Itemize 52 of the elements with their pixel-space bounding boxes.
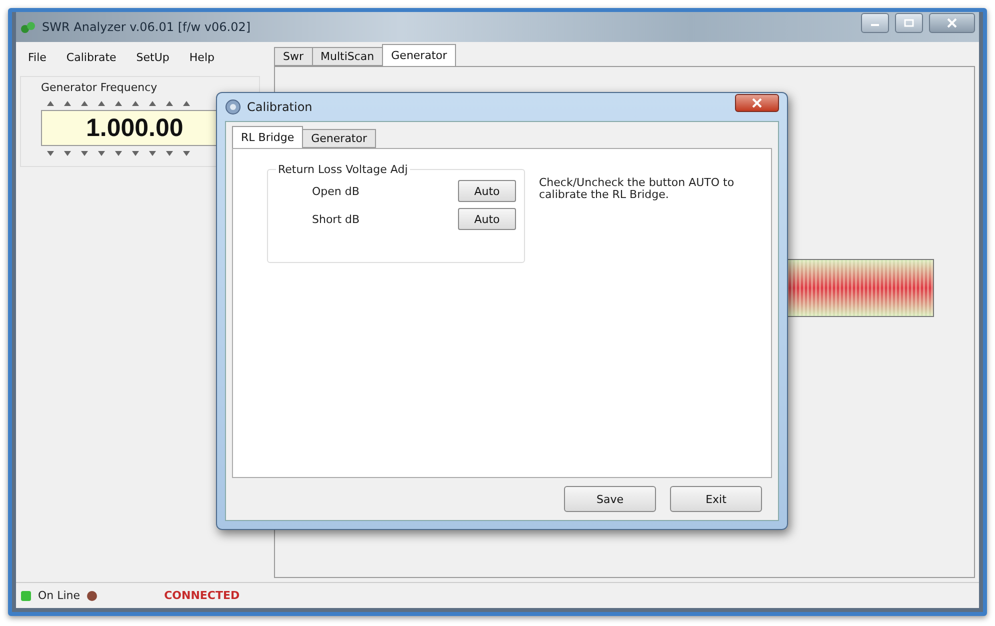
down-arrow-icon[interactable] <box>115 150 122 156</box>
close-icon <box>947 18 957 28</box>
up-arrow-icon[interactable] <box>149 100 156 106</box>
dialog-title: Calibration <box>247 100 312 114</box>
up-arrow-icon[interactable] <box>64 100 71 106</box>
menu-item[interactable]: Calibrate <box>58 50 124 64</box>
dialog-tab[interactable]: RL Bridge <box>232 126 304 148</box>
hint-text: Check/Uncheck the button AUTO to calibrate the RL Bridge. <box>539 177 735 204</box>
minimize-button[interactable] <box>861 13 889 33</box>
close-button[interactable] <box>929 13 975 33</box>
up-arrow-icon[interactable] <box>132 100 139 106</box>
window-title: SWR Analyzer v.06.01 [f/w v06.02] <box>42 20 251 34</box>
maximize-icon <box>904 19 914 27</box>
down-arrow-icon[interactable] <box>132 150 139 156</box>
up-arrow-icon[interactable] <box>98 100 105 106</box>
tab[interactable]: Generator <box>382 44 456 66</box>
down-arrow-icon[interactable] <box>81 150 88 156</box>
row-label: Short dB <box>312 212 360 226</box>
generator-frequency-label: Generator Frequency <box>41 81 158 94</box>
group-title: Return Loss Voltage Adj <box>277 163 409 176</box>
menu-item[interactable]: SetUp <box>128 50 178 64</box>
down-arrow-icon[interactable] <box>183 150 190 156</box>
down-arrow-icon[interactable] <box>98 150 105 156</box>
auto-button[interactable]: Auto <box>458 180 516 202</box>
up-arrow-icon[interactable] <box>115 100 122 106</box>
down-arrow-icon[interactable] <box>64 150 71 156</box>
up-arrow-icon[interactable] <box>166 100 173 106</box>
tab[interactable]: Swr <box>274 47 313 66</box>
close-icon <box>752 98 762 108</box>
dialog-close-button[interactable] <box>735 94 779 112</box>
dialog-button[interactable]: Exit <box>670 486 762 512</box>
up-arrow-icon[interactable] <box>47 100 54 106</box>
menu-item[interactable]: Help <box>181 50 222 64</box>
maximize-button[interactable] <box>895 13 923 33</box>
menu-item[interactable]: File <box>20 50 54 64</box>
auto-button[interactable]: Auto <box>458 208 516 230</box>
row-label: Open dB <box>312 184 360 198</box>
down-arrow-icon[interactable] <box>166 150 173 156</box>
dialog-button[interactable]: Save <box>564 486 656 512</box>
online-status: On Line <box>38 589 80 602</box>
up-arrow-icon[interactable] <box>183 100 190 106</box>
up-arrow-icon[interactable] <box>81 100 88 106</box>
dialog-tab[interactable]: Generator <box>302 129 376 148</box>
frequency-value: 1.000.00 <box>86 114 184 142</box>
tab[interactable]: MultiScan <box>312 47 384 66</box>
connection-status: CONNECTED <box>164 589 240 602</box>
online-indicator-icon <box>20 590 32 602</box>
dialog-icon <box>225 99 241 115</box>
app-icon <box>20 20 36 34</box>
down-arrow-icon[interactable] <box>149 150 156 156</box>
status-icon <box>86 590 98 602</box>
down-arrow-icon[interactable] <box>47 150 54 156</box>
